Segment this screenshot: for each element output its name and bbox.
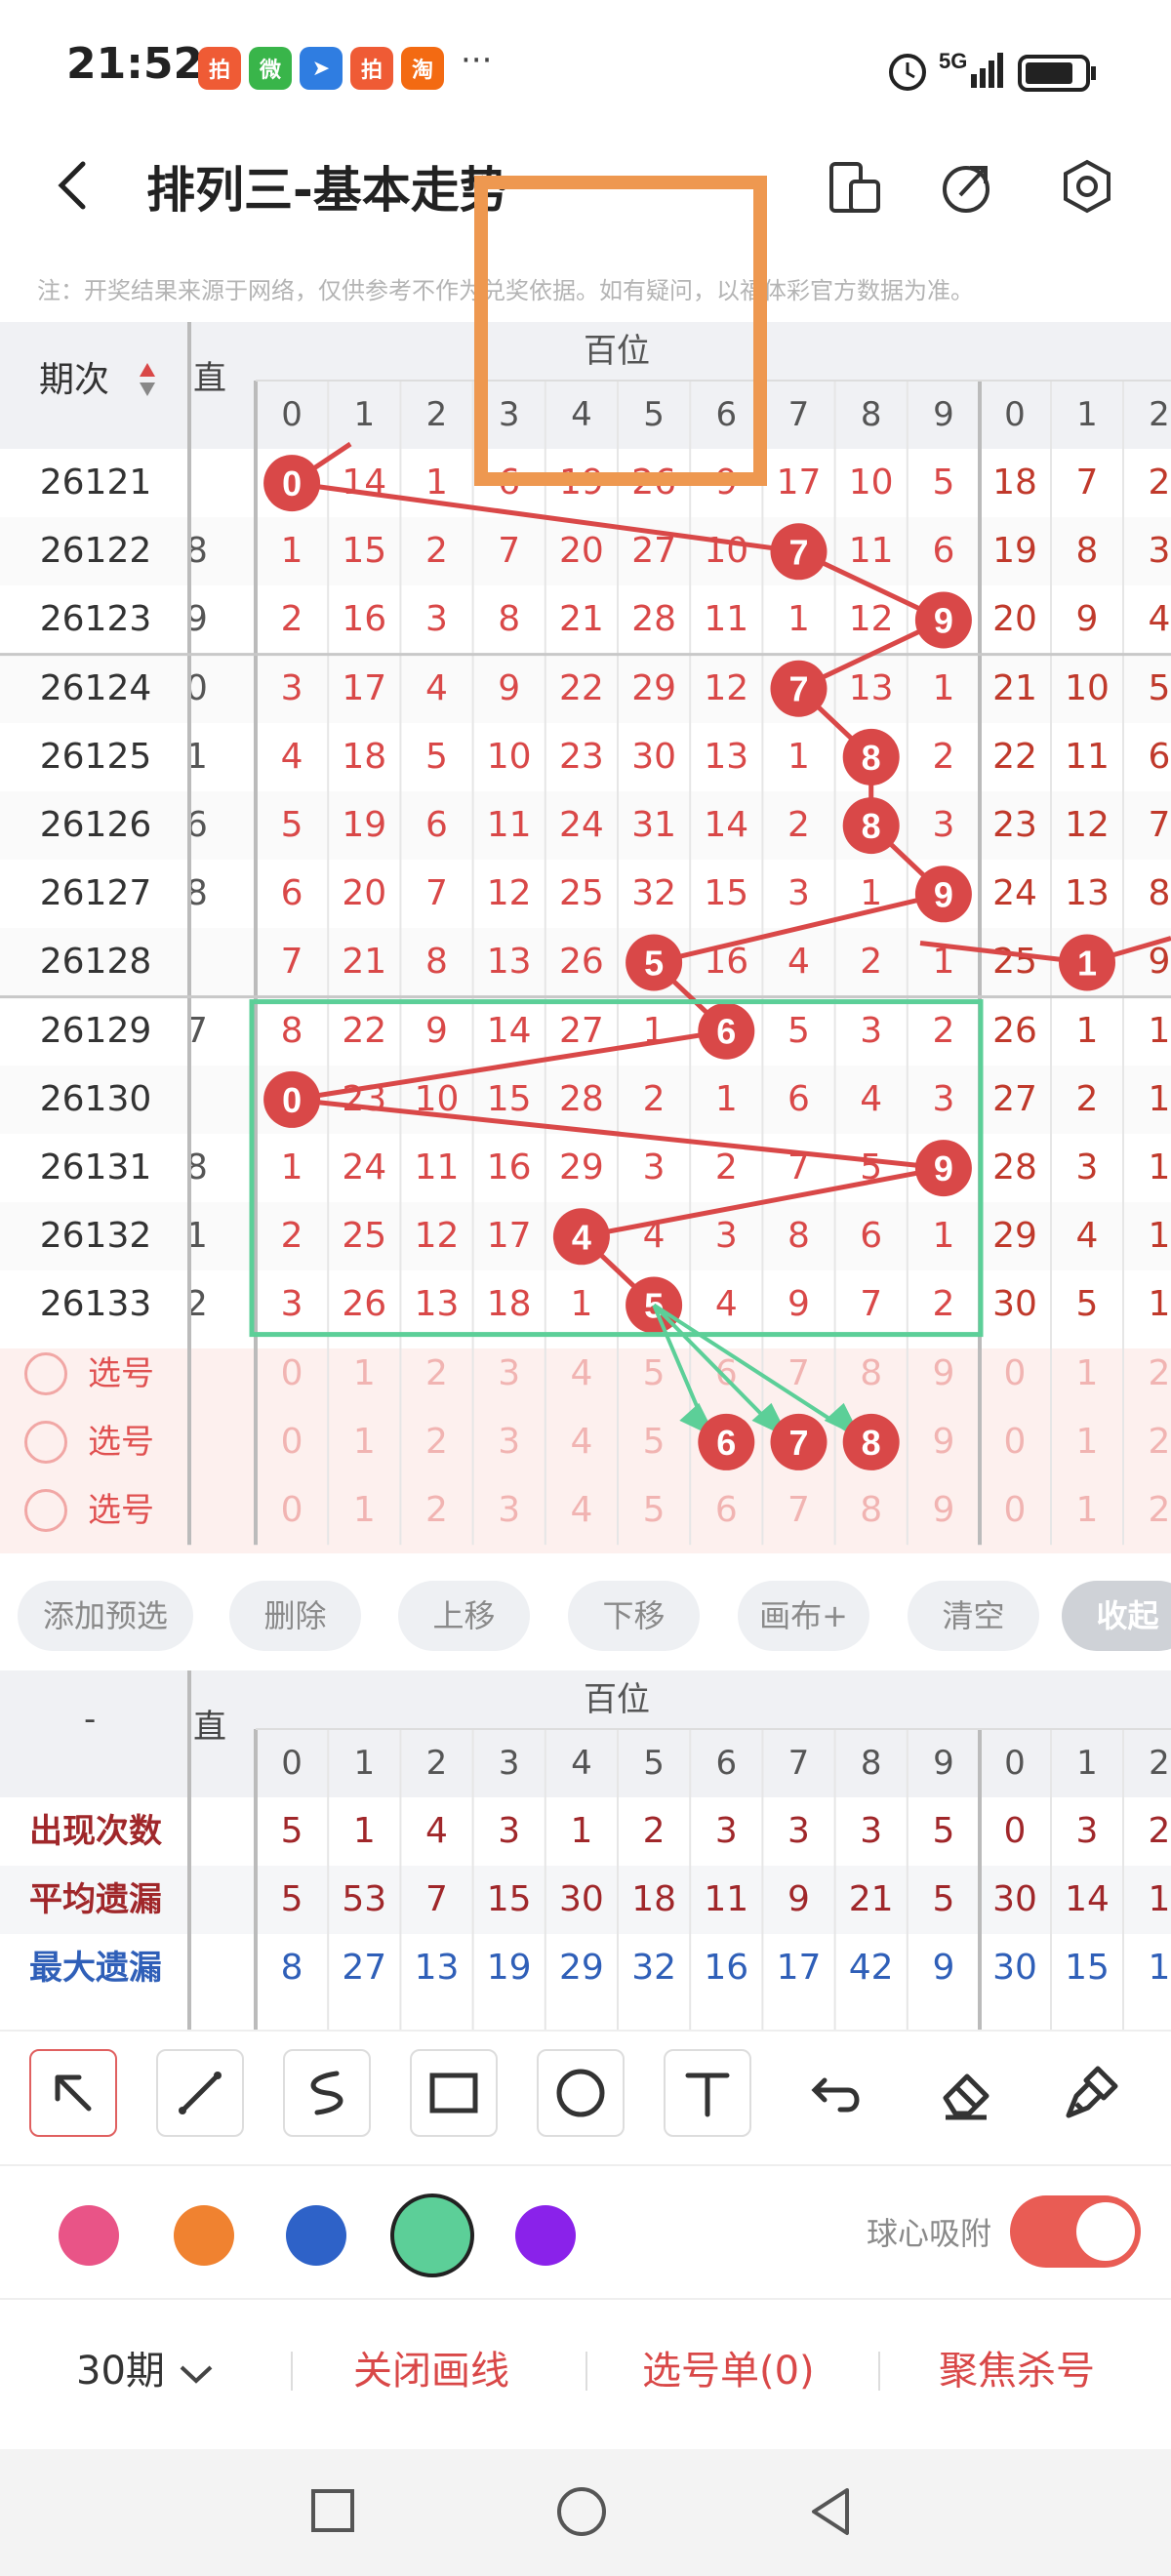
signal-icon xyxy=(997,53,1003,88)
squiggle-icon xyxy=(310,2071,343,2115)
tool-circle[interactable] xyxy=(537,2049,625,2137)
disclaimer-note: 注：开奖结果来源于网络，仅供参考不作为兑奖依据。如有疑问，以福体彩官方数据为准。 xyxy=(37,277,974,304)
winning-ball-digit: 8 xyxy=(862,738,881,778)
periods-select[interactable]: 30期 xyxy=(76,2337,165,2405)
winning-ball-digit: 0 xyxy=(282,1080,302,1120)
home-circle-icon[interactable] xyxy=(554,2484,609,2539)
collapse-button[interactable]: 收起 xyxy=(1062,1581,1171,1651)
winning-ball-digit: 8 xyxy=(862,806,881,846)
tool-rectangle[interactable] xyxy=(410,2049,498,2137)
magnet-label: 球心吸附 xyxy=(867,2215,992,2252)
trend-chart[interactable]: 期次 直 百位 0123456789012 261210141619269171… xyxy=(0,322,1171,1553)
color-swatch[interactable] xyxy=(286,2205,346,2266)
pick-list-button[interactable]: 选号单(0) xyxy=(642,2337,815,2405)
app-notification-icon: 拍 xyxy=(198,47,241,90)
toggle-knob xyxy=(1076,2202,1135,2261)
wechat-notification-icon: 微 xyxy=(249,47,292,90)
page-title: 排列三-基本走势 xyxy=(146,162,508,219)
move-up-button[interactable]: 上移 xyxy=(398,1581,530,1651)
system-status-icons: 5G xyxy=(889,49,1096,92)
arrow-icon xyxy=(55,2074,92,2112)
picked-ball-digit: 8 xyxy=(862,1423,881,1463)
color-swatch[interactable] xyxy=(515,2205,576,2266)
green-arrow xyxy=(653,1303,855,1436)
green-rect-annotation xyxy=(249,999,984,1338)
magnet-toggle[interactable] xyxy=(1010,2195,1141,2268)
text-icon xyxy=(685,2073,730,2117)
winning-ball-digit: 5 xyxy=(644,944,664,984)
status-bar: 21:52 拍 微 ➤ 拍 淘 ··· 5G xyxy=(0,0,1171,137)
drawing-overlay: 07978895609451678 xyxy=(249,441,1171,1470)
circle-icon xyxy=(556,2069,605,2117)
move-down-button[interactable]: 下移 xyxy=(568,1581,700,1651)
line-icon xyxy=(179,2072,222,2114)
statistics-table: - 直 百位 0 1 2 3 4 5 6 7 8 9 0 1 2 出现次数 5 1 4 3 1 2 3 3 3 5 0 3 2 平均遗… xyxy=(0,1670,1171,2032)
brush-icon[interactable] xyxy=(1059,2059,1127,2127)
tens-winning-ball-digit: 1 xyxy=(1077,944,1097,984)
app-root: 21:52 拍 微 ➤ 拍 淘 ··· 5G 排列三-基本走势 注：开奖结果来源… xyxy=(0,0,1171,2576)
focus-kill-button[interactable]: 聚焦杀号 xyxy=(939,2337,1095,2405)
winning-ball-digit: 7 xyxy=(788,669,808,709)
canvas-plus-button[interactable]: 画布+ xyxy=(738,1581,869,1651)
winning-ball-digit: 9 xyxy=(934,601,953,641)
status-time: 21:52 xyxy=(66,39,204,89)
portrait-toggle-icon[interactable] xyxy=(828,158,882,217)
undo-icon[interactable] xyxy=(805,2059,873,2127)
taobao-notification-icon: 淘 xyxy=(401,47,444,90)
stats-grid-lines xyxy=(187,1670,1171,2032)
recents-square-icon[interactable] xyxy=(308,2486,357,2535)
rectangle-icon xyxy=(429,2073,478,2113)
color-swatch[interactable] xyxy=(390,2194,474,2277)
winning-ball-digit: 9 xyxy=(934,1148,953,1188)
more-notifications-icon: ··· xyxy=(461,41,493,80)
back-icon[interactable] xyxy=(54,156,93,215)
chevron-down-icon[interactable] xyxy=(176,2359,217,2389)
share-icon[interactable] xyxy=(939,158,997,217)
trend-line xyxy=(291,480,949,1308)
tool-line[interactable] xyxy=(156,2049,244,2137)
winning-ball-digit: 6 xyxy=(716,1012,736,1052)
winning-ball-digit: 0 xyxy=(282,463,302,503)
settings-gear-icon[interactable] xyxy=(1056,156,1118,219)
winning-ball-digit: 7 xyxy=(788,532,808,572)
add-preselect-button[interactable]: 添加预选 xyxy=(18,1581,193,1651)
clear-button[interactable]: 清空 xyxy=(908,1581,1039,1651)
eraser-icon[interactable] xyxy=(932,2059,1000,2127)
picked-ball-digit: 6 xyxy=(716,1423,736,1463)
app-notification-icon-2: 拍 xyxy=(350,47,393,90)
color-swatch[interactable] xyxy=(174,2205,234,2266)
navigation-notification-icon: ➤ xyxy=(300,47,343,90)
tool-squiggle[interactable] xyxy=(283,2049,371,2137)
close-lines-button[interactable]: 关闭画线 xyxy=(353,2337,509,2405)
back-triangle-icon[interactable] xyxy=(806,2484,855,2539)
winning-ball-digit: 9 xyxy=(934,874,953,914)
delete-button[interactable]: 删除 xyxy=(229,1581,361,1651)
tool-pointer-arrow[interactable] xyxy=(29,2049,117,2137)
tool-text[interactable] xyxy=(664,2049,751,2137)
winning-ball-digit: 4 xyxy=(572,1217,591,1257)
picked-ball-digit: 7 xyxy=(788,1423,808,1463)
network-label: 5G xyxy=(939,49,967,73)
color-swatch[interactable] xyxy=(59,2205,119,2266)
